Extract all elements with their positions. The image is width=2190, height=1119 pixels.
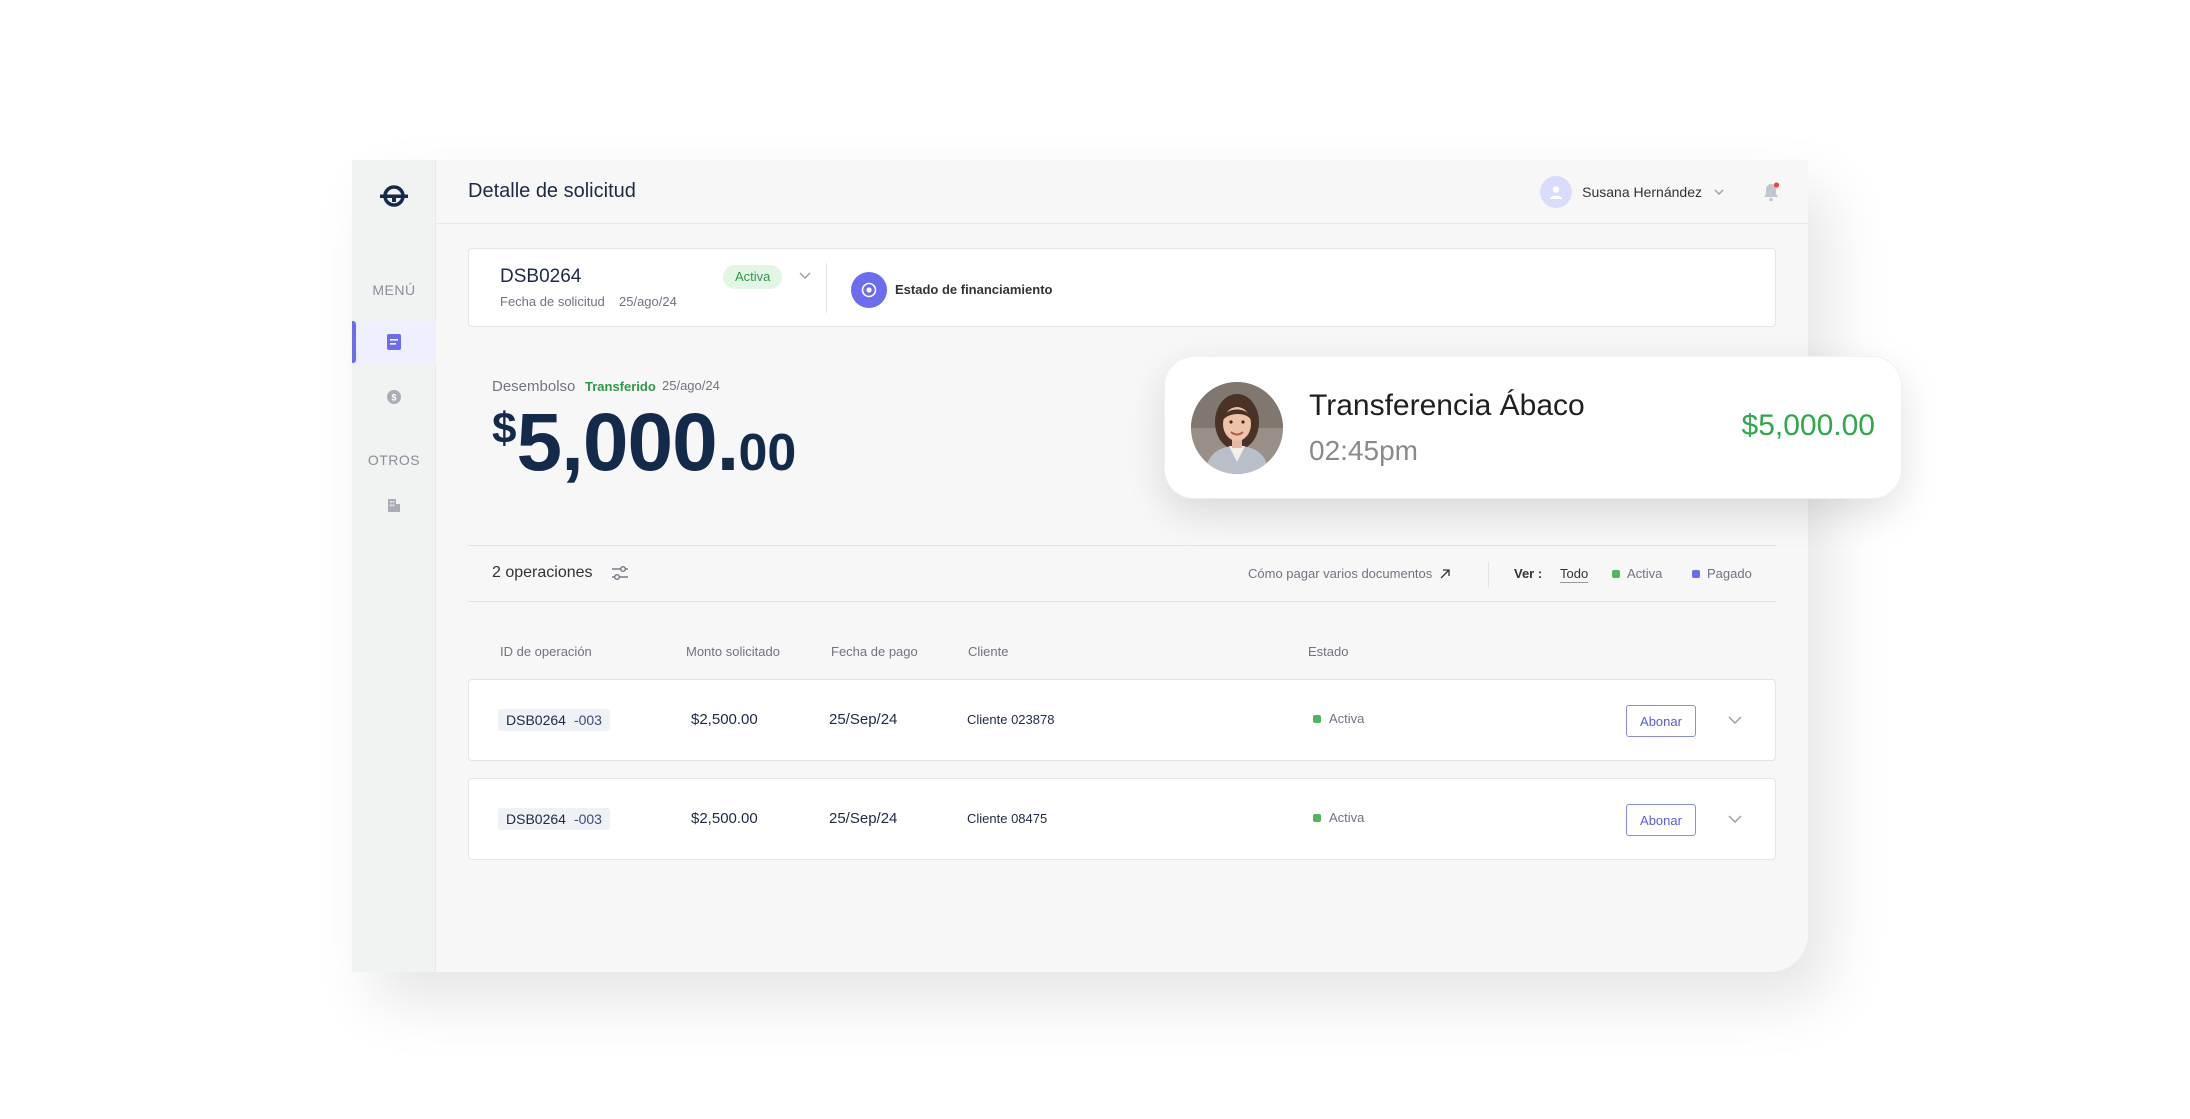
external-arrow-icon (1440, 568, 1450, 578)
operation-status-label: Activa (1329, 711, 1365, 726)
divider (826, 263, 827, 313)
filter-active[interactable]: Activa (1612, 566, 1662, 581)
request-date-label: Fecha de solicitud (500, 294, 605, 309)
app-window: MENÚ $ OTROS Detalle de solicitud Susana… (352, 160, 1808, 972)
filter-sliders-icon[interactable] (610, 563, 630, 583)
currency-symbol: $ (492, 404, 517, 453)
disbursement-status: Transferido (585, 379, 656, 394)
financing-status-link[interactable]: Estado de financiamiento (895, 282, 1052, 297)
expand-row-chevron-icon[interactable] (1725, 809, 1745, 829)
operation-id-suffix: -003 (573, 811, 602, 827)
brand-logo-icon[interactable] (378, 180, 410, 212)
status-badge: Activa (723, 265, 783, 289)
disbursement-amount: $5,000.00 (492, 396, 796, 490)
contact-photo (1191, 382, 1283, 474)
expand-row-chevron-icon[interactable] (1725, 710, 1745, 730)
transfer-title: Transferencia Ábaco (1309, 389, 1585, 422)
how-to-pay-label: Cómo pagar varios documentos (1248, 566, 1433, 581)
table-row[interactable]: DSB0264 -003 $2,500.00 25/Sep/24 Cliente … (468, 679, 1776, 761)
operation-status: Activa (1313, 810, 1364, 825)
user-menu[interactable]: Susana Hernández (1540, 176, 1726, 208)
user-icon (1550, 186, 1563, 199)
column-header-client: Cliente (968, 644, 1009, 659)
abonar-button[interactable]: Abonar (1626, 804, 1696, 836)
request-summary-card: DSB0264 Fecha de solicitud 25/ago/24 Act… (468, 248, 1776, 327)
request-id: DSB0264 (500, 266, 582, 287)
column-header-status: Estado (1308, 644, 1349, 659)
amount-integer: 5,000. (516, 397, 739, 488)
operation-status: Activa (1313, 711, 1364, 726)
how-to-pay-link[interactable]: Cómo pagar varios documentos (1248, 566, 1452, 581)
active-dot (1612, 569, 1620, 578)
refresh-coin-icon (861, 282, 877, 298)
financing-status-icon[interactable] (851, 272, 887, 308)
table-row[interactable]: DSB0264 -003 $2,500.00 25/Sep/24 Cliente … (468, 778, 1776, 860)
sidebar-item-companies[interactable] (352, 484, 436, 526)
others-section-label: OTROS (367, 452, 421, 468)
filter-all[interactable]: Todo (1560, 566, 1589, 583)
column-header-id: ID de operación (500, 644, 592, 659)
top-bar: Detalle de solicitud Susana Hernández (436, 160, 1808, 224)
sidebar-item-documents[interactable] (352, 321, 436, 363)
page-title: Detalle de solicitud (468, 180, 636, 202)
operation-payment-date: 25/Sep/24 (829, 711, 898, 728)
divider (1488, 562, 1489, 588)
amount-decimal: 00 (738, 424, 797, 482)
user-name: Susana Hernández (1582, 184, 1702, 200)
transfer-time: 02:45pm (1309, 435, 1418, 466)
coin-icon: $ (387, 390, 401, 404)
view-filter-label: Ver : (1514, 566, 1543, 581)
operation-payment-date: 25/Sep/24 (829, 810, 898, 827)
active-dot (1313, 714, 1321, 723)
disbursement-date: 25/ago/24 (662, 378, 720, 393)
abonar-button[interactable]: Abonar (1626, 705, 1696, 737)
disbursement-label: Desembolso (492, 378, 576, 395)
active-dot (1313, 813, 1321, 822)
filter-active-label: Activa (1627, 566, 1663, 581)
filter-paid[interactable]: Pagado (1692, 566, 1752, 581)
operation-id: DSB0264 -003 (498, 709, 610, 731)
operations-count: 2 operaciones (492, 564, 593, 581)
operation-id-main: DSB0264 (506, 811, 566, 827)
chevron-down-icon (1714, 189, 1724, 195)
operation-status-label: Activa (1329, 810, 1365, 825)
document-icon (387, 334, 401, 350)
avatar (1540, 176, 1573, 208)
operation-amount: $2,500.00 (691, 711, 758, 728)
paid-dot (1692, 569, 1700, 578)
operations-toolbar: 2 operaciones Cómo pagar varios document… (468, 545, 1776, 602)
sidebar-item-payments[interactable]: $ (352, 376, 436, 418)
column-header-amount: Monto solicitado (686, 644, 780, 659)
operation-client: Cliente 023878 (967, 712, 1055, 727)
sidebar: MENÚ $ OTROS (352, 160, 436, 972)
transfer-notification-card: Transferencia Ábaco 02:45pm $5,000.00 (1164, 356, 1902, 499)
notification-bell-icon[interactable] (1762, 182, 1780, 202)
request-date: 25/ago/24 (619, 294, 677, 309)
person-photo-icon (1191, 382, 1283, 474)
filter-paid-label: Pagado (1707, 566, 1752, 581)
column-header-payment-date: Fecha de pago (831, 644, 918, 659)
operation-id: DSB0264 -003 (498, 808, 610, 830)
operation-amount: $2,500.00 (691, 810, 758, 827)
building-icon (388, 499, 400, 512)
operation-client: Cliente 08475 (967, 811, 1048, 826)
transfer-amount: $5,000.00 (1741, 409, 1875, 442)
menu-section-label: MENÚ (372, 282, 416, 298)
operation-id-suffix: -003 (573, 712, 602, 728)
operation-id-main: DSB0264 (506, 712, 566, 728)
svg-text:$: $ (391, 393, 396, 403)
chevron-down-icon[interactable] (797, 267, 813, 283)
